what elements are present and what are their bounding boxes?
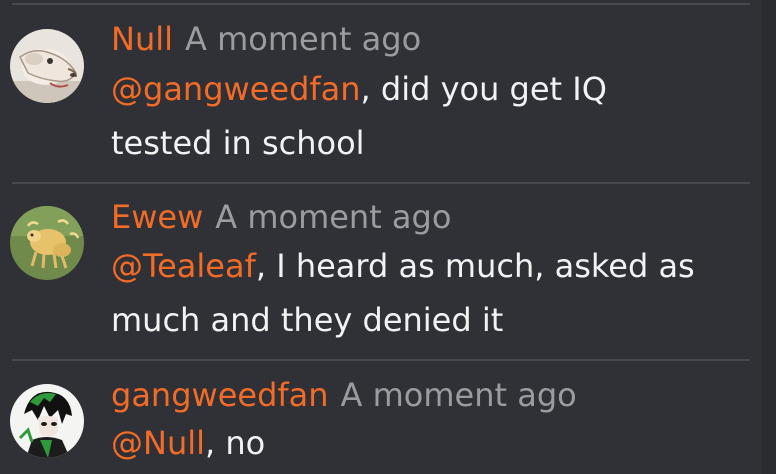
message-body: @gangweedfan, did you get IQ tested in s… — [111, 62, 751, 170]
author-name[interactable]: gangweedfan — [111, 376, 329, 414]
message-text: , I heard as much, asked as — [255, 247, 695, 285]
message-body: @Tealeaf, I heard as much, asked as much… — [111, 239, 751, 347]
avatar[interactable] — [10, 29, 84, 103]
message-header: Null A moment ago — [111, 19, 421, 59]
user-mention[interactable]: @Null — [111, 424, 205, 462]
message-header: Ewew A moment ago — [111, 197, 451, 237]
timestamp: A moment ago — [340, 376, 577, 414]
message-text: tested in school — [111, 124, 365, 162]
message-header: gangweedfan A moment ago — [111, 375, 577, 415]
timestamp: A moment ago — [185, 20, 422, 58]
message-text: much and they denied it — [111, 301, 504, 339]
message-text: , no — [205, 424, 266, 462]
chat-thread: Null A moment ago @gangweedfan, did you g… — [0, 0, 776, 474]
message-divider — [12, 359, 750, 361]
message-body: @Null, no — [111, 416, 751, 470]
scroll-track[interactable] — [762, 0, 776, 474]
sheep-avatar-icon — [10, 206, 84, 280]
anime-character-avatar-icon — [10, 384, 84, 458]
message-divider — [12, 182, 750, 184]
message-text: , did you get IQ — [360, 70, 607, 108]
user-mention[interactable]: @gangweedfan — [111, 70, 361, 108]
message-divider — [12, 3, 750, 5]
author-name[interactable]: Ewew — [111, 198, 203, 236]
avatar[interactable] — [10, 384, 84, 458]
avatar[interactable] — [10, 206, 84, 280]
user-mention[interactable]: @Tealeaf — [111, 247, 256, 285]
timestamp: A moment ago — [215, 198, 452, 236]
dog-avatar-icon — [10, 29, 84, 103]
author-name[interactable]: Null — [111, 20, 173, 58]
